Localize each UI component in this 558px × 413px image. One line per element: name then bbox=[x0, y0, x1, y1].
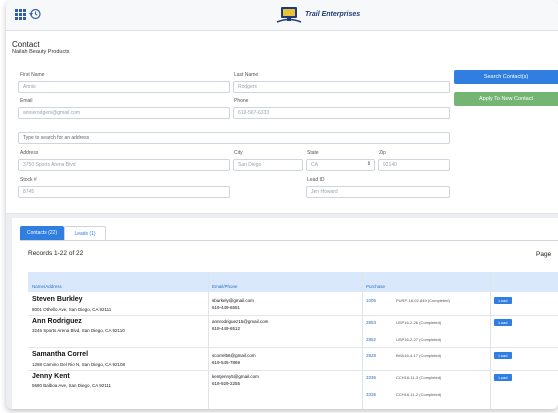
contact-name[interactable]: Samantha Correl bbox=[32, 351, 88, 358]
email-field[interactable]: annierodgers@gmail.com bbox=[18, 107, 230, 119]
email-label: Email bbox=[20, 98, 33, 104]
page-subtitle: Nailah Beauty Products bbox=[12, 49, 70, 55]
load-button[interactable]: Load bbox=[494, 352, 512, 359]
apps-grid-icon[interactable] bbox=[15, 9, 26, 20]
contact-phone: 619-929-2255 bbox=[212, 381, 241, 386]
contact-name[interactable]: Ann Rodriguez bbox=[32, 318, 82, 325]
search-contacts-button[interactable]: Search Contact(s) bbox=[454, 70, 558, 84]
apply-to-new-contact-button[interactable]: Apply To New Contact bbox=[454, 92, 558, 106]
page-label: Page bbox=[536, 251, 552, 258]
contact-phone: 619-545-7869 bbox=[212, 360, 241, 365]
select-arrows-icon: ⇕ bbox=[366, 161, 371, 167]
purchase-id-link[interactable]: 1005 bbox=[366, 298, 376, 303]
purchase-id-link[interactable]: 3335 bbox=[366, 392, 376, 397]
last-name-field[interactable]: Rodgers bbox=[233, 81, 450, 93]
col-email-phone: Email/Phone bbox=[212, 284, 238, 289]
page-title: Contact bbox=[12, 40, 40, 49]
contact-email: kentjenny5@gmail.com bbox=[212, 374, 259, 379]
address-label: Address bbox=[20, 150, 39, 156]
load-button[interactable]: Load bbox=[494, 319, 512, 326]
purchase-description: PURP-18-02-849 (Completed) bbox=[396, 298, 450, 303]
load-button[interactable]: Load bbox=[494, 374, 512, 381]
lead-id-label: Lead ID bbox=[307, 177, 325, 183]
lead-id-field[interactable]: Jen Howard bbox=[306, 186, 450, 198]
column-divider bbox=[490, 272, 491, 409]
contact-name[interactable]: Steven Burkley bbox=[32, 296, 83, 303]
top-bar: Trail Enterprises bbox=[6, 0, 558, 31]
purchase-description: USP16-2-26 (Completed) bbox=[396, 320, 442, 325]
purchase-id-link[interactable]: 2828 bbox=[366, 353, 376, 358]
address-search-input[interactable]: Type to search for an address bbox=[18, 132, 450, 144]
contact-address: 1288 Camino Del Rio N, San Diego, CA 921… bbox=[32, 362, 126, 367]
purchase-description: CCH16-11-2 (Completed) bbox=[396, 392, 442, 397]
purchase-id-link[interactable]: 2852 bbox=[366, 337, 376, 342]
city-label: City bbox=[234, 150, 243, 156]
records-count: Records 1-22 of 22 bbox=[28, 250, 84, 257]
purchase-id-link[interactable]: 2853 bbox=[366, 320, 376, 325]
load-button[interactable]: Load bbox=[494, 297, 512, 304]
purchase-description: USP16-2-27 (Completed) bbox=[396, 337, 442, 342]
contact-form-panel: Contact Nailah Beauty Products First Nam… bbox=[6, 31, 558, 214]
column-divider bbox=[208, 272, 209, 409]
state-label: State bbox=[307, 150, 319, 156]
table-header: Name/Address Email/Phone Purchase bbox=[28, 272, 558, 292]
tab-divider bbox=[20, 240, 558, 241]
history-icon[interactable] bbox=[29, 8, 41, 20]
stock-field[interactable]: 8745 bbox=[18, 186, 230, 198]
brand-name: Trail Enterprises bbox=[305, 11, 361, 18]
column-divider bbox=[362, 272, 363, 409]
app-window: Trail Enterprises Contact Nailah Beauty … bbox=[6, 0, 558, 409]
contact-email: sburkely@gmail.com bbox=[212, 298, 254, 303]
contact-address: 5680 Balboa Ave, San Diego, CA 92111 bbox=[32, 383, 112, 388]
phone-field[interactable]: 619-567-6333 bbox=[233, 107, 450, 119]
state-value: CA bbox=[311, 162, 318, 168]
address-field[interactable]: 3750 Sports Arena Blvd bbox=[18, 159, 230, 171]
contact-email: scorrel56@gmail.com bbox=[212, 353, 256, 358]
contact-phone: 619-449-6512 bbox=[212, 326, 241, 331]
results-panel: Contacts (22) Leads (1) Records 1-22 of … bbox=[12, 218, 558, 409]
tab-contacts[interactable]: Contacts (22) bbox=[20, 226, 64, 240]
brand-logo: Trail Enterprises bbox=[276, 4, 386, 26]
stock-label: Stock # bbox=[20, 177, 37, 183]
purchase-description: BHA16-4-17 (Completed) bbox=[396, 353, 442, 358]
purchase-id-link[interactable]: 3336 bbox=[366, 375, 376, 380]
monitor-logo-icon bbox=[276, 7, 302, 23]
row-divider bbox=[28, 315, 558, 316]
col-purchase: Purchase bbox=[366, 284, 386, 289]
contact-address: 8001 Othello Ave, San Diego, CA 92111 bbox=[32, 307, 112, 312]
col-name-address: Name/Address bbox=[32, 284, 62, 289]
tab-leads[interactable]: Leads (1) bbox=[64, 226, 106, 240]
city-field[interactable]: San Diego bbox=[233, 159, 303, 171]
row-divider bbox=[28, 370, 558, 371]
row-divider bbox=[28, 347, 558, 348]
state-select[interactable]: CA ⇕ bbox=[306, 159, 375, 171]
contact-address: 3245 Sports Arena Blvd, San Diego, CA 92… bbox=[32, 328, 125, 333]
first-name-label: First Name bbox=[20, 72, 45, 78]
contact-phone: 619-449-6551 bbox=[212, 305, 241, 310]
contact-email: annrodriguez15@gmail.com bbox=[212, 319, 269, 324]
contact-name[interactable]: Jenny Kent bbox=[32, 373, 70, 380]
zip-field[interactable]: 92140 bbox=[378, 159, 450, 171]
phone-label: Phone bbox=[234, 98, 249, 104]
purchase-description: CCH16-11-3 (Completed) bbox=[396, 375, 442, 380]
zip-label: Zip bbox=[379, 150, 386, 156]
last-name-label: Last Name bbox=[234, 72, 259, 78]
first-name-field[interactable]: Annie bbox=[18, 81, 230, 93]
